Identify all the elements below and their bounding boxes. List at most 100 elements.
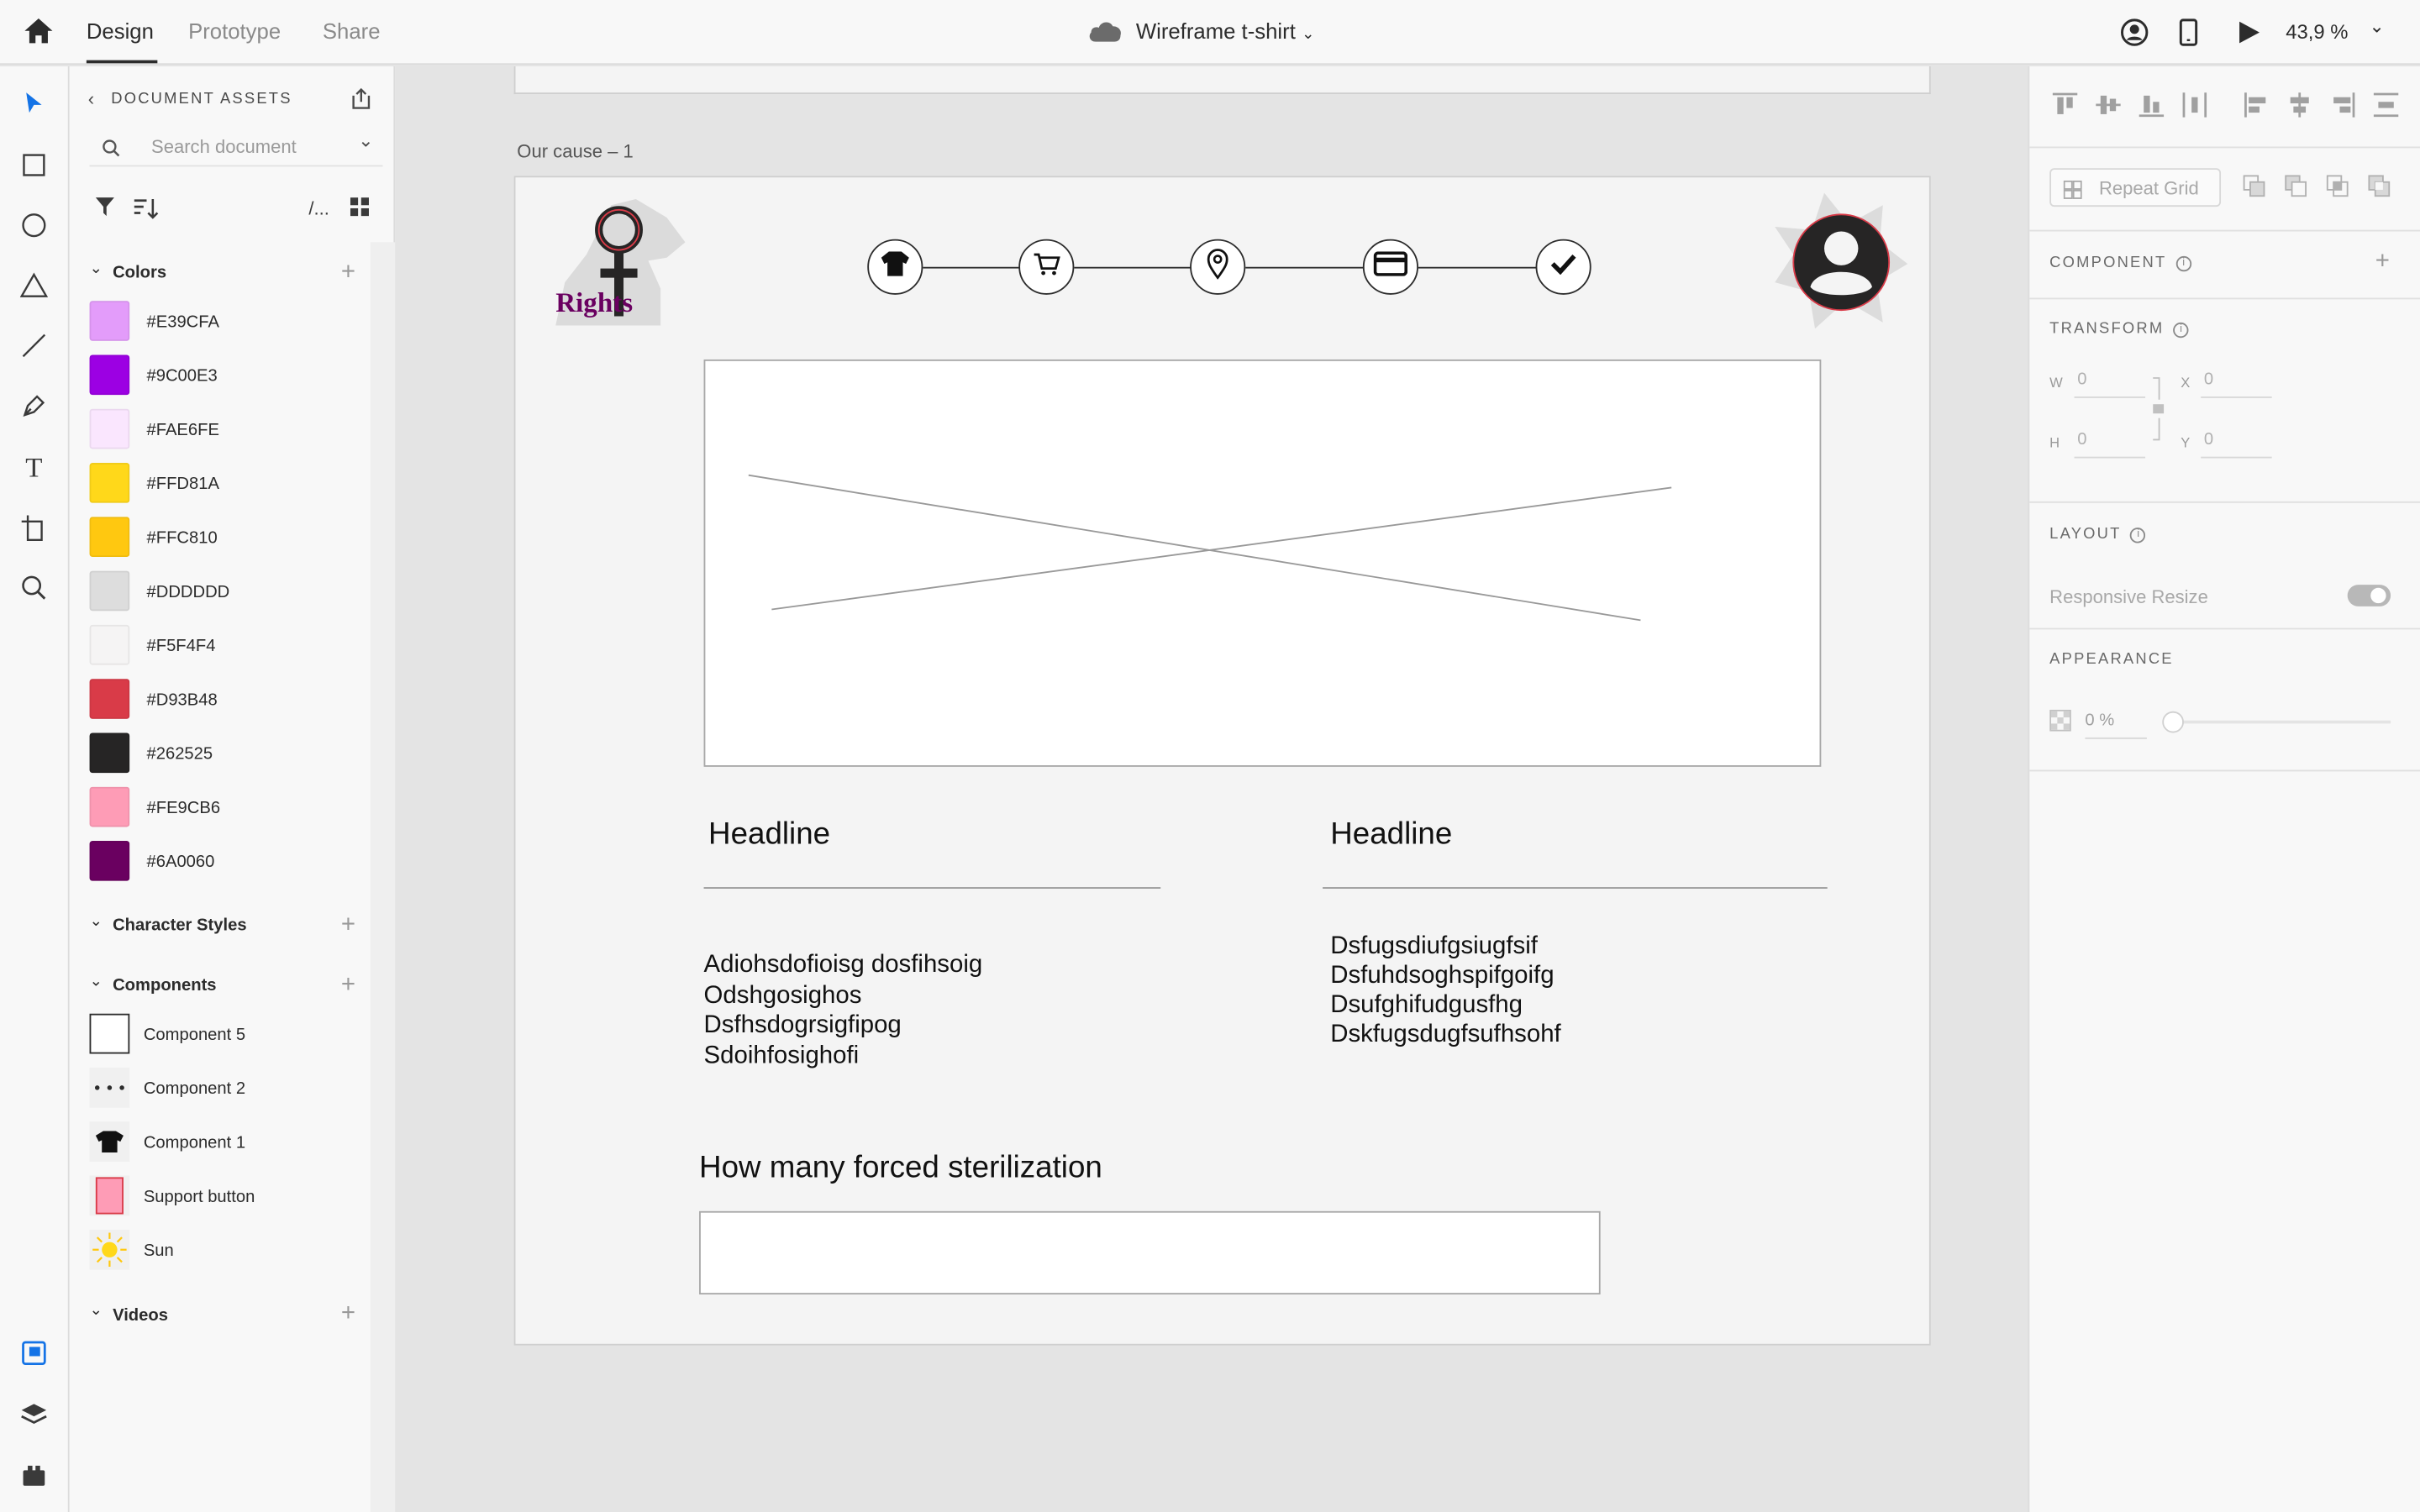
opacity-slider-track[interactable] (2171, 720, 2391, 724)
components-chevron-icon[interactable]: ⌄ (90, 974, 103, 990)
color-swatch-ffd81a[interactable] (89, 463, 130, 503)
component-label[interactable]: Component 1 (144, 1134, 245, 1152)
home-icon[interactable] (24, 15, 55, 46)
info-icon[interactable]: i (2173, 322, 2189, 339)
opacity-field[interactable]: 0 % (2085, 711, 2147, 739)
step-cart[interactable] (1018, 239, 1075, 295)
step-location[interactable] (1190, 239, 1246, 295)
path-filter-tag[interactable]: /... (308, 197, 329, 219)
question-heading[interactable]: How many forced sterilization (699, 1151, 1102, 1186)
distribute-vertical-icon[interactable] (2372, 91, 2400, 126)
color-swatch-fe9cb6[interactable] (89, 786, 130, 827)
color-swatch-d93b48[interactable] (89, 679, 130, 719)
back-chevron-icon[interactable]: ‹ (88, 88, 94, 110)
support-button-thumbnail[interactable] (89, 1175, 130, 1216)
artboard-label[interactable]: Our cause – 1 (517, 140, 633, 162)
right-headline[interactable]: Headline (1330, 817, 1452, 853)
left-body-text[interactable]: Adiohsdofioisg dosfihsoig Odshgosighos D… (704, 950, 983, 1070)
boolean-exclude-icon[interactable] (2368, 175, 2392, 207)
rectangle-tool-icon[interactable] (15, 146, 52, 183)
sort-icon[interactable] (131, 196, 159, 220)
height-field[interactable]: 0 (2074, 430, 2146, 459)
ellipse-tool-icon[interactable] (15, 207, 52, 244)
zoom-tool-icon[interactable] (15, 570, 52, 606)
component-label[interactable]: Component 5 (144, 1026, 245, 1044)
x-field[interactable]: 0 (2201, 370, 2272, 398)
add-video-icon[interactable]: + (341, 1301, 355, 1326)
left-headline[interactable]: Headline (708, 817, 830, 853)
step-tshirt[interactable] (867, 239, 923, 295)
colors-section-title[interactable]: Colors (113, 264, 166, 282)
align-center-icon[interactable] (2286, 91, 2313, 126)
step-confirm[interactable] (1535, 239, 1591, 295)
artboard-tool-icon[interactable] (15, 509, 52, 546)
step-payment[interactable] (1362, 239, 1418, 295)
y-field[interactable]: 0 (2201, 430, 2272, 459)
align-middle-icon[interactable] (2094, 91, 2122, 126)
info-icon[interactable]: i (2175, 255, 2191, 272)
color-swatch-6a0060[interactable] (89, 841, 130, 881)
opacity-slider-thumb[interactable] (2162, 711, 2184, 733)
color-swatch-f5f4f4[interactable] (89, 624, 130, 665)
filter-icon[interactable] (94, 196, 116, 218)
assets-scrollbar-track[interactable] (370, 242, 396, 1512)
export-icon[interactable] (349, 87, 373, 111)
zoom-chevron-down-icon[interactable]: ⌄ (2369, 15, 2384, 37)
add-character-style-icon[interactable]: + (341, 912, 355, 937)
component-label[interactable]: Component 2 (144, 1080, 245, 1099)
rights-logo[interactable]: Rights (544, 196, 698, 328)
width-field[interactable]: 0 (2074, 370, 2146, 398)
plugins-panel-icon[interactable] (15, 1457, 52, 1494)
tab-share[interactable]: Share (323, 18, 381, 43)
components-section-title[interactable]: Components (113, 977, 216, 995)
text-tool-icon[interactable]: T (15, 449, 52, 486)
document-title[interactable]: Wireframe t-shirt ⌄ (1136, 18, 1315, 43)
color-swatch-dddddd[interactable] (89, 570, 130, 612)
assets-panel-icon[interactable] (15, 1335, 52, 1372)
color-swatch-fae6fe[interactable] (89, 408, 130, 449)
boolean-intersect-icon[interactable] (2326, 175, 2350, 207)
component-5-thumbnail[interactable] (89, 1013, 130, 1054)
distribute-horizontal-icon[interactable] (2181, 91, 2208, 126)
boolean-subtract-icon[interactable] (2284, 175, 2308, 207)
tab-design[interactable]: Design (87, 18, 154, 43)
search-field[interactable]: Search document ⌄ (90, 128, 376, 165)
pen-tool-icon[interactable] (15, 387, 52, 424)
profile-avatar[interactable] (1769, 190, 1911, 332)
zoom-level[interactable]: 43,9 % (2286, 20, 2348, 44)
add-component-icon[interactable]: + (341, 973, 355, 997)
select-tool-icon[interactable] (15, 85, 52, 122)
color-swatch-9c00e3[interactable] (89, 354, 130, 396)
lock-aspect-icon[interactable] (2150, 375, 2169, 450)
answer-input-box[interactable] (699, 1210, 1601, 1295)
layers-panel-icon[interactable] (15, 1396, 52, 1433)
component-2-thumbnail[interactable] (89, 1068, 130, 1108)
previous-artboard[interactable] (513, 66, 1931, 95)
component-label[interactable]: Sun (144, 1242, 174, 1261)
character-styles-section-title[interactable]: Character Styles (113, 916, 246, 935)
mobile-preview-icon[interactable] (2178, 18, 2200, 46)
videos-section-title[interactable]: Videos (113, 1307, 168, 1326)
polygon-tool-icon[interactable] (15, 267, 52, 304)
videos-chevron-icon[interactable]: ⌄ (90, 1302, 103, 1319)
line-tool-icon[interactable] (15, 327, 52, 364)
responsive-resize-toggle[interactable] (2347, 585, 2391, 606)
repeat-grid-button[interactable]: Repeat Grid (2049, 168, 2222, 207)
color-swatch-e39cfa[interactable] (89, 301, 130, 341)
share-user-icon[interactable] (2121, 18, 2149, 46)
boolean-add-icon[interactable] (2243, 175, 2267, 207)
right-body-text[interactable]: Dsfugsdiufgsiugfsif Dsfuhdsoghspifgoifg … (1330, 932, 1560, 1049)
align-right-icon[interactable] (2329, 91, 2357, 126)
play-icon[interactable] (2236, 20, 2260, 45)
sun-thumbnail[interactable] (89, 1229, 130, 1270)
color-swatch-ffc810[interactable] (89, 517, 130, 558)
add-color-icon[interactable]: + (341, 260, 355, 284)
align-bottom-icon[interactable] (2138, 91, 2165, 126)
align-top-icon[interactable] (2051, 91, 2079, 126)
grid-view-icon[interactable] (350, 197, 371, 218)
component-label[interactable]: Support button (144, 1188, 255, 1206)
artboard-our-cause[interactable]: Rights Headline Adiohsdofioisg dosfihsoi… (513, 176, 1931, 1346)
character-styles-chevron-icon[interactable]: ⌄ (90, 913, 103, 930)
search-options-chevron-icon[interactable]: ⌄ (358, 129, 373, 151)
color-swatch-262525[interactable] (89, 732, 130, 774)
